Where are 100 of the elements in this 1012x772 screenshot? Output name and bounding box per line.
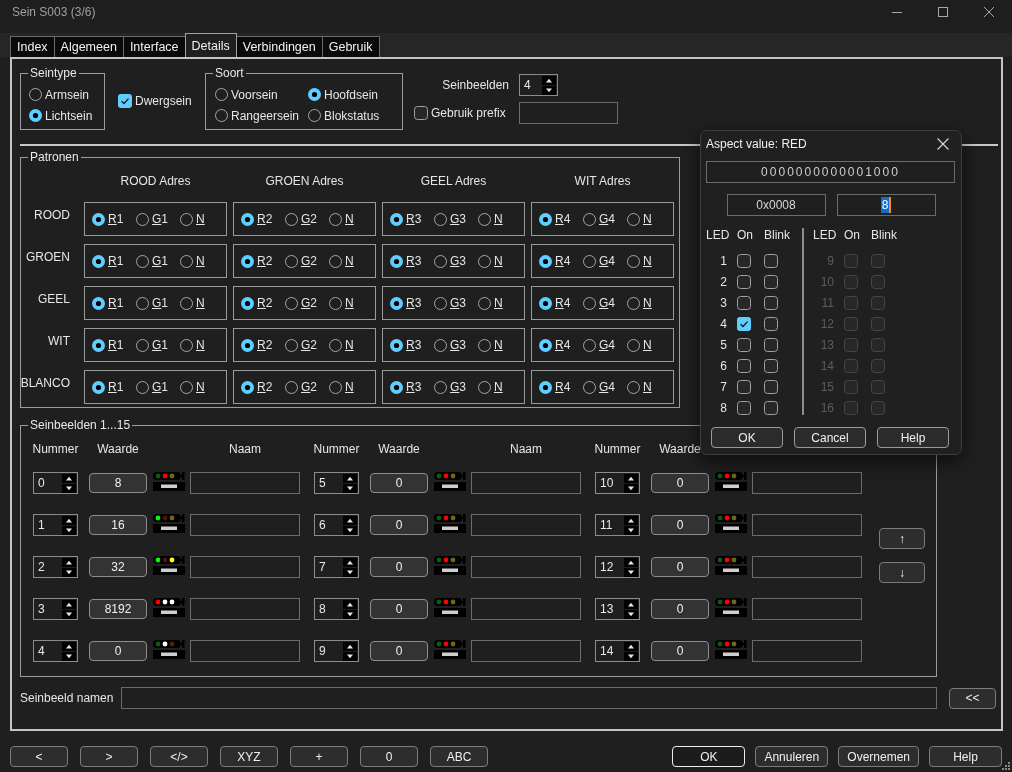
radio-button[interactable] <box>180 254 193 268</box>
value-button[interactable]: 0 <box>651 473 709 493</box>
checkbox[interactable] <box>764 358 778 373</box>
value-button[interactable]: 0 <box>370 599 428 619</box>
radio-button[interactable] <box>241 338 254 352</box>
name-field[interactable] <box>752 640 862 662</box>
close-icon[interactable] <box>937 137 949 150</box>
prefix-field[interactable] <box>519 102 618 124</box>
resize-grip-icon[interactable] <box>1002 762 1010 770</box>
radio-button[interactable] <box>627 338 640 352</box>
number-spinner[interactable]: 1 <box>33 514 78 536</box>
hex-field[interactable]: 0x0008 <box>726 194 826 216</box>
action-button[interactable]: Annuleren <box>755 746 829 767</box>
radio-button[interactable] <box>390 338 403 352</box>
radio-button[interactable] <box>627 212 640 226</box>
radio-button[interactable] <box>29 88 42 101</box>
radio-button[interactable] <box>285 212 298 226</box>
radio-button[interactable] <box>329 212 342 226</box>
radio-button[interactable] <box>478 296 491 310</box>
radio-button[interactable] <box>180 212 193 226</box>
radio-button[interactable] <box>285 338 298 352</box>
radio-button[interactable] <box>627 380 640 394</box>
action-button[interactable]: OK <box>672 746 746 767</box>
chevrons-button[interactable]: << <box>949 687 996 709</box>
name-field[interactable] <box>190 640 300 662</box>
decimal-field[interactable]: 8 <box>836 194 936 216</box>
checkbox[interactable] <box>764 379 778 394</box>
radio-button[interactable] <box>285 296 298 310</box>
radio-button[interactable] <box>329 380 342 394</box>
number-spinner[interactable]: 11 <box>595 514 640 536</box>
checkbox[interactable] <box>737 253 751 268</box>
tab[interactable]: Details <box>184 33 237 57</box>
number-spinner[interactable]: 9 <box>314 640 359 662</box>
radio-button[interactable] <box>241 254 254 268</box>
name-field[interactable] <box>752 472 862 494</box>
action-button[interactable]: Overnemen <box>838 746 919 767</box>
radio-button[interactable] <box>539 380 552 394</box>
radio-button[interactable] <box>29 109 42 122</box>
checkbox[interactable] <box>737 379 751 394</box>
value-button[interactable]: 0 <box>370 641 428 661</box>
down-arrow-button[interactable]: ↓ <box>879 562 925 583</box>
number-spinner[interactable]: 7 <box>314 556 359 578</box>
radio-button[interactable] <box>241 380 254 394</box>
radio-button[interactable] <box>390 296 403 310</box>
value-button[interactable]: 0 <box>651 557 709 577</box>
toolbar-button[interactable]: + <box>290 746 348 767</box>
tab[interactable]: Index <box>10 36 55 57</box>
checkbox[interactable] <box>764 295 778 310</box>
radio-button[interactable] <box>434 380 447 394</box>
radio-button[interactable] <box>329 296 342 310</box>
dialog-button[interactable]: Cancel <box>794 427 866 448</box>
radio-button[interactable] <box>215 88 228 101</box>
radio-button[interactable] <box>434 254 447 268</box>
name-field[interactable] <box>471 514 581 536</box>
radio-button[interactable] <box>434 212 447 226</box>
radio-button[interactable] <box>136 380 149 394</box>
toolbar-button[interactable]: 0 <box>360 746 418 767</box>
value-button[interactable]: 16 <box>89 515 147 535</box>
radio-button[interactable] <box>583 296 596 310</box>
maximize-icon[interactable] <box>938 7 948 17</box>
number-spinner[interactable]: 14 <box>595 640 640 662</box>
checkbox[interactable] <box>118 93 132 108</box>
dialog-button[interactable]: Help <box>877 427 949 448</box>
number-spinner[interactable]: 0 <box>33 472 78 494</box>
checkbox[interactable] <box>737 316 751 331</box>
checkbox[interactable] <box>737 274 751 289</box>
name-field[interactable] <box>190 556 300 578</box>
number-spinner[interactable]: 4 <box>33 640 78 662</box>
toolbar-button[interactable]: XYZ <box>220 746 278 767</box>
radio-button[interactable] <box>390 380 403 394</box>
radio-button[interactable] <box>539 212 552 226</box>
radio-button[interactable] <box>434 338 447 352</box>
radio-button[interactable] <box>180 338 193 352</box>
radio-button[interactable] <box>583 338 596 352</box>
value-button[interactable]: 0 <box>651 599 709 619</box>
value-button[interactable]: 0 <box>651 515 709 535</box>
radio-button[interactable] <box>136 254 149 268</box>
tab[interactable]: Gebruik <box>321 36 380 57</box>
radio-button[interactable] <box>478 212 491 226</box>
value-button[interactable]: 32 <box>89 557 147 577</box>
action-button[interactable]: Help <box>929 746 1002 767</box>
radio-button[interactable] <box>241 296 254 310</box>
radio-button[interactable] <box>539 296 552 310</box>
minimize-icon[interactable] <box>892 11 902 13</box>
value-button[interactable]: 0 <box>651 641 709 661</box>
radio-button[interactable] <box>241 212 254 226</box>
radio-button[interactable] <box>478 338 491 352</box>
radio-button[interactable] <box>329 338 342 352</box>
checkbox[interactable] <box>737 295 751 310</box>
value-button[interactable]: 0 <box>370 557 428 577</box>
radio-button[interactable] <box>92 296 105 310</box>
radio-button[interactable] <box>92 254 105 268</box>
name-field[interactable] <box>471 472 581 494</box>
checkbox[interactable] <box>764 274 778 289</box>
radio-button[interactable] <box>92 380 105 394</box>
radio-button[interactable] <box>308 88 321 101</box>
value-button[interactable]: 8192 <box>89 599 147 619</box>
name-field[interactable] <box>190 598 300 620</box>
radio-button[interactable] <box>215 109 228 122</box>
number-spinner[interactable]: 5 <box>314 472 359 494</box>
